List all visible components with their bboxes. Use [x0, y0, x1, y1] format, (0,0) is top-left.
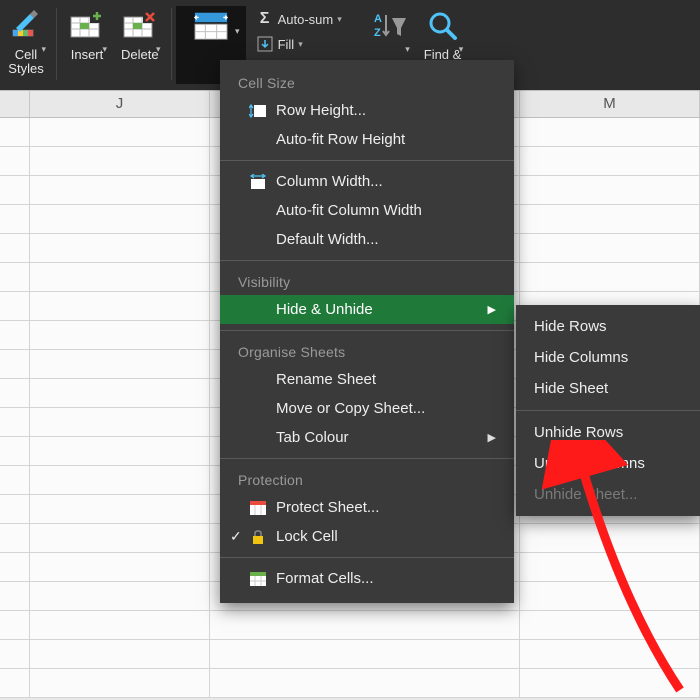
menu-tab-colour[interactable]: Tab Colour ▶: [220, 423, 514, 452]
menu-format-cells[interactable]: Format Cells...: [220, 564, 514, 593]
insert-button[interactable]: Insert ▾: [61, 6, 113, 84]
chevron-down-icon: ▾: [459, 44, 464, 55]
chevron-down-icon: ▾: [102, 44, 107, 55]
submenu-hide-sheet[interactable]: Hide Sheet: [516, 373, 700, 404]
format-cell-icon: [193, 8, 229, 44]
col-header-m[interactable]: M: [520, 91, 700, 117]
chevron-down-icon: ▾: [156, 44, 161, 55]
menu-column-width[interactable]: Column Width...: [220, 167, 514, 196]
delete-cells-icon: [122, 8, 158, 44]
insert-cells-icon: [69, 8, 105, 44]
separator: [56, 8, 57, 80]
svg-text:A: A: [374, 13, 382, 25]
svg-text:Z: Z: [374, 27, 381, 39]
sigma-icon: Σ: [256, 10, 274, 28]
menu-row-height[interactable]: Row Height...: [220, 96, 514, 125]
menu-section-visibility: Visibility: [220, 267, 514, 295]
chevron-down-icon: ▾: [41, 44, 46, 55]
menu-divider: [220, 330, 514, 331]
chevron-down-icon: ▾: [337, 14, 342, 25]
submenu-hide-columns[interactable]: Hide Columns: [516, 342, 700, 373]
menu-divider: [220, 458, 514, 459]
sort-filter-icon: AZ: [372, 8, 408, 44]
menu-section-protection: Protection: [220, 465, 514, 493]
fill-button[interactable]: Fill ▾: [256, 33, 342, 55]
submenu-arrow-icon: ▶: [488, 431, 496, 444]
chevron-down-icon: ▾: [405, 44, 410, 55]
submenu-arrow-icon: ▶: [488, 303, 496, 316]
separator: [171, 8, 172, 80]
submenu-unhide-columns[interactable]: Unhide Columns: [516, 448, 700, 479]
menu-rename-sheet[interactable]: Rename Sheet: [220, 365, 514, 394]
menu-protect-sheet[interactable]: Protect Sheet...: [220, 493, 514, 522]
menu-section-organise: Organise Sheets: [220, 337, 514, 365]
cell-styles-button[interactable]: Cell Styles ▾: [0, 6, 52, 84]
submenu-hide-rows[interactable]: Hide Rows: [516, 311, 700, 342]
menu-hide-unhide[interactable]: Hide & Unhide ▶: [220, 295, 514, 324]
delete-button[interactable]: Delete ▾: [113, 6, 167, 84]
format-cells-icon: [248, 570, 268, 588]
chevron-down-icon: ▾: [298, 39, 303, 50]
submenu-unhide-rows[interactable]: Unhide Rows: [516, 417, 700, 448]
menu-divider: [220, 260, 514, 261]
paintbrush-icon: [8, 8, 44, 44]
hide-unhide-submenu: Hide Rows Hide Columns Hide Sheet Unhide…: [516, 305, 700, 516]
menu-autofit-col[interactable]: Auto-fit Column Width: [220, 196, 514, 225]
autosum-button[interactable]: Σ Auto-sum ▾: [256, 8, 342, 30]
menu-divider: [220, 557, 514, 558]
col-header-gutter[interactable]: [0, 91, 30, 117]
fill-down-icon: [256, 35, 274, 53]
editing-group: Σ Auto-sum ▾ Fill ▾: [252, 6, 346, 57]
protect-sheet-icon: [248, 499, 268, 517]
submenu-divider: [516, 410, 700, 411]
row-height-icon: [248, 102, 268, 120]
lock-icon: [248, 528, 268, 546]
menu-divider: [220, 160, 514, 161]
submenu-unhide-sheet: Unhide Sheet...: [516, 479, 700, 510]
menu-lock-cell[interactable]: Lock Cell: [220, 522, 514, 551]
col-header-j[interactable]: J: [30, 91, 210, 117]
magnifier-icon: [425, 8, 461, 44]
chevron-down-icon: ▾: [235, 26, 240, 37]
menu-autofit-row[interactable]: Auto-fit Row Height: [220, 125, 514, 154]
format-dropdown-menu: Cell Size Row Height... Auto-fit Row Hei…: [220, 60, 514, 603]
column-width-icon: [248, 173, 268, 191]
menu-section-cell-size: Cell Size: [220, 68, 514, 96]
menu-move-copy-sheet[interactable]: Move or Copy Sheet...: [220, 394, 514, 423]
menu-default-width[interactable]: Default Width...: [220, 225, 514, 254]
